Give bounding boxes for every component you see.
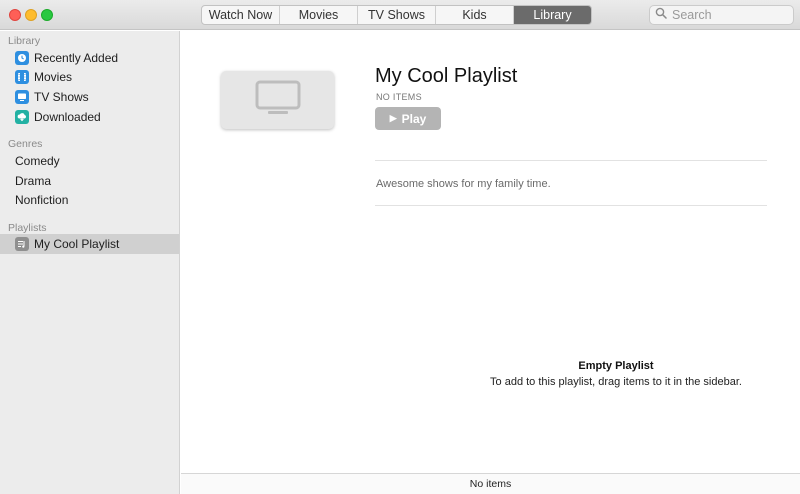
sidebar-item-recently-added[interactable]: Recently Added: [0, 48, 179, 68]
sidebar-item-label: My Cool Playlist: [34, 237, 120, 251]
divider: [375, 160, 767, 161]
playlists-section-header: Playlists: [8, 222, 47, 234]
library-section-header: Library: [8, 35, 41, 47]
play-button-label: Play: [401, 111, 427, 126]
sidebar-item-label: Drama: [15, 174, 52, 188]
tv-icon: [255, 80, 301, 121]
status-bar: No items: [181, 473, 800, 494]
playlist-icon: [15, 237, 29, 251]
tab-watch-now[interactable]: Watch Now: [202, 6, 280, 24]
tab-library[interactable]: Library: [514, 6, 591, 24]
minimize-window-button[interactable]: [25, 9, 37, 21]
search-icon: [655, 6, 667, 24]
sidebar-item-label: TV Shows: [34, 90, 89, 104]
search-field[interactable]: [649, 5, 794, 25]
empty-state-message: To add to this playlist, drag items to i…: [490, 376, 742, 388]
tab-tv-shows[interactable]: TV Shows: [358, 6, 436, 24]
play-icon: ▶: [389, 113, 397, 123]
status-text: No items: [469, 478, 512, 490]
playlist-title: My Cool Playlist: [375, 65, 518, 87]
search-input[interactable]: [672, 8, 787, 22]
tv-icon: [15, 90, 29, 104]
empty-state-title: Empty Playlist: [578, 360, 654, 372]
cloud-download-icon: [15, 110, 29, 124]
sidebar-item-label: Movies: [34, 70, 73, 84]
sidebar-item-label: Nonfiction: [15, 193, 69, 207]
close-window-button[interactable]: [9, 9, 21, 21]
sidebar-item-comedy[interactable]: Comedy: [0, 151, 179, 171]
film-icon: [15, 70, 29, 84]
sidebar-item-downloaded[interactable]: Downloaded: [0, 107, 179, 127]
divider: [375, 205, 767, 206]
sidebar-item-tv-shows[interactable]: TV Shows: [0, 87, 179, 107]
playlist-detail-pane: My Cool Playlist NO ITEMS ▶ Play Awesome…: [181, 31, 800, 494]
section-tabs: Watch Now Movies TV Shows Kids Library: [201, 5, 592, 25]
zoom-window-button[interactable]: [41, 9, 53, 21]
sidebar-item-drama[interactable]: Drama: [0, 171, 179, 191]
genres-section-header: Genres: [8, 138, 43, 150]
sidebar-item-nonfiction[interactable]: Nonfiction: [0, 190, 179, 210]
sidebar: Library Recently Added Movies TV Shows D…: [0, 31, 180, 494]
empty-state: Empty Playlist To add to this playlist, …: [431, 360, 800, 388]
tab-movies[interactable]: Movies: [280, 6, 358, 24]
sidebar-item-movies[interactable]: Movies: [0, 67, 179, 87]
playlist-description: Awesome shows for my family time.: [376, 178, 551, 190]
sidebar-item-label: Comedy: [15, 154, 60, 168]
sidebar-item-label: Recently Added: [34, 51, 119, 65]
play-button[interactable]: ▶ Play: [375, 107, 441, 130]
tab-kids[interactable]: Kids: [436, 6, 514, 24]
clock-icon: [15, 51, 29, 65]
item-count-label: NO ITEMS: [376, 92, 422, 102]
playlist-artwork: [221, 71, 334, 129]
title-bar: Watch Now Movies TV Shows Kids Library: [0, 0, 800, 30]
sidebar-item-label: Downloaded: [34, 110, 101, 124]
sidebar-item-my-cool-playlist[interactable]: My Cool Playlist: [0, 234, 179, 254]
